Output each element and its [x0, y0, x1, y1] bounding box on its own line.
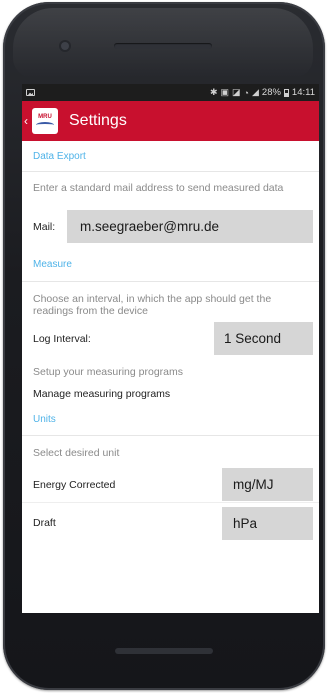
bluetooth-icon: ✱ — [209, 87, 218, 97]
back-chevron-icon[interactable]: ‹ — [24, 115, 30, 127]
mail-label: Mail: — [33, 220, 56, 233]
status-bar: ✱ ▣ ◪ ◔ ◢ 28% 14:11 — [22, 84, 319, 101]
signal-icon: ◢ — [251, 87, 259, 97]
manage-programs-link[interactable]: Manage measuring programs — [22, 388, 319, 402]
image-notification-icon — [26, 89, 35, 96]
log-interval-select[interactable]: 1 Second — [214, 322, 313, 355]
energy-corrected-row[interactable]: Energy Corrected mg/MJ — [22, 467, 319, 503]
energy-corrected-select[interactable]: mg/MJ — [222, 468, 313, 501]
logo-swoosh-icon — [36, 122, 54, 128]
earpiece-speaker — [114, 43, 212, 49]
page-title: Settings — [69, 112, 127, 129]
draft-row[interactable]: Draft hPa — [22, 505, 319, 541]
measure-description: Choose an interval, in which the app sho… — [33, 293, 272, 317]
mail-row: Mail: m.seegraeber@mru.de — [22, 208, 319, 245]
nfc-icon: ▣ — [220, 87, 230, 97]
programs-description: Setup your measuring programs — [33, 366, 183, 378]
draft-select[interactable]: hPa — [222, 506, 313, 540]
front-camera — [61, 42, 69, 50]
bottom-speaker — [115, 648, 213, 654]
app-logo[interactable]: MRU — [32, 108, 58, 134]
energy-corrected-label: Energy Corrected — [33, 478, 116, 491]
section-header-units: Units — [22, 404, 319, 436]
battery-icon — [283, 88, 289, 97]
data-export-description: Enter a standard mail address to send me… — [33, 182, 284, 194]
section-header-measure: Measure — [22, 247, 319, 282]
battery-percent: 28% — [261, 87, 281, 98]
mail-input[interactable]: m.seegraeber@mru.de — [67, 210, 313, 243]
wifi-icon: ◔ — [243, 87, 249, 98]
draft-label: Draft — [33, 517, 56, 529]
clock: 14:11 — [291, 87, 315, 98]
units-description: Select desired unit — [33, 447, 120, 459]
app-bar: ‹ MRU Settings — [22, 101, 319, 141]
logo-text: MRU — [38, 114, 52, 120]
phone-screen: ✱ ▣ ◪ ◔ ◢ 28% 14:11 ‹ MRU Settings Data … — [22, 84, 319, 613]
log-interval-label: Log Interval: — [33, 332, 91, 345]
section-header-data-export: Data Export — [22, 141, 319, 172]
mute-icon: ◪ — [232, 87, 241, 97]
log-interval-row[interactable]: Log Interval: 1 Second — [22, 320, 319, 357]
